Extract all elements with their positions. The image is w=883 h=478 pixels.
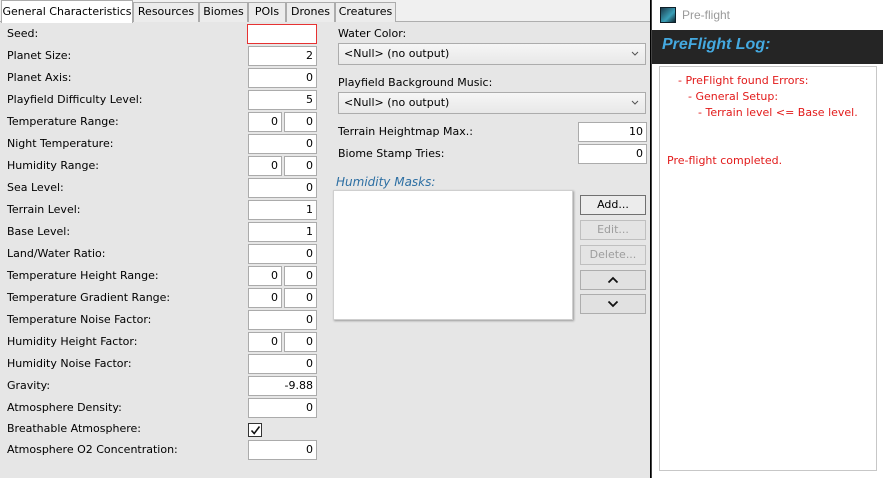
humidity-range-max-input[interactable]: 0: [284, 156, 317, 176]
editor-window: General Characteristics Resources Biomes…: [0, 0, 650, 478]
add-button[interactable]: Add...: [580, 195, 646, 215]
tab-biomes[interactable]: Biomes: [199, 2, 248, 22]
checkmark-icon: [250, 426, 261, 435]
preflight-header: PreFlight Log:: [652, 30, 883, 64]
humidity-range-label: Humidity Range:: [7, 159, 99, 172]
temperature-range-max-input[interactable]: 0: [284, 112, 317, 132]
terrain-heightmap-max-input[interactable]: 10: [578, 122, 647, 142]
move-up-button[interactable]: [580, 270, 646, 290]
log-line: Pre-flight completed.: [667, 154, 783, 167]
temperature-noise-factor-input[interactable]: 0: [248, 310, 317, 330]
tab-pois[interactable]: POIs: [248, 2, 286, 22]
difficulty-label: Playfield Difficulty Level:: [7, 93, 143, 106]
biome-stamp-tries-label: Biome Stamp Tries:: [338, 147, 445, 160]
chevron-down-icon: [607, 300, 619, 308]
gravity-label: Gravity:: [7, 379, 51, 392]
temperature-height-range-max-input[interactable]: 0: [284, 266, 317, 286]
log-line: - General Setup:: [688, 90, 779, 103]
tab-creatures[interactable]: Creatures: [335, 2, 396, 22]
water-color-select[interactable]: <Null> (no output): [338, 43, 646, 65]
atmosphere-density-label: Atmosphere Density:: [7, 401, 122, 414]
preflight-window-title: Pre-flight: [682, 8, 731, 22]
tab-general-characteristics[interactable]: General Characteristics: [1, 0, 133, 23]
planet-axis-label: Planet Axis:: [7, 71, 72, 84]
chevron-down-icon: [631, 51, 639, 56]
atmosphere-density-input[interactable]: 0: [248, 398, 317, 418]
water-color-value: <Null> (no output): [344, 47, 450, 60]
sea-level-input[interactable]: 0: [248, 178, 317, 198]
log-line: - PreFlight found Errors:: [678, 74, 809, 87]
temperature-range-min-input[interactable]: 0: [248, 112, 282, 132]
gravity-input[interactable]: -9.88: [248, 376, 317, 396]
base-level-label: Base Level:: [7, 225, 71, 238]
edit-button[interactable]: Edit...: [580, 220, 646, 240]
land-water-ratio-label: Land/Water Ratio:: [7, 247, 106, 260]
humidity-noise-factor-input[interactable]: 0: [248, 354, 317, 374]
humidity-noise-factor-label: Humidity Noise Factor:: [7, 357, 132, 370]
background-music-select[interactable]: <Null> (no output): [338, 92, 646, 114]
night-temperature-input[interactable]: 0: [248, 134, 317, 154]
humidity-height-factor-max-input[interactable]: 0: [284, 332, 317, 352]
land-water-ratio-input[interactable]: 0: [248, 244, 317, 264]
tab-resources[interactable]: Resources: [133, 2, 199, 22]
tab-drones[interactable]: Drones: [286, 2, 335, 22]
chevron-up-icon: [607, 276, 619, 284]
planet-size-input[interactable]: 2: [248, 46, 317, 66]
seed-input[interactable]: [247, 24, 317, 44]
difficulty-input[interactable]: 5: [248, 90, 317, 110]
water-color-label: Water Color:: [338, 27, 407, 40]
seed-label: Seed:: [7, 27, 39, 40]
background-music-label: Playfield Background Music:: [338, 76, 493, 89]
temperature-range-label: Temperature Range:: [7, 115, 119, 128]
breathable-atmosphere-label: Breathable Atmosphere:: [7, 422, 141, 435]
humidity-range-min-input[interactable]: 0: [248, 156, 282, 176]
temperature-gradient-range-label: Temperature Gradient Range:: [7, 291, 171, 304]
planet-axis-input[interactable]: 0: [248, 68, 317, 88]
preflight-log-panel[interactable]: - PreFlight found Errors: - General Setu…: [659, 66, 877, 471]
move-down-button[interactable]: [580, 294, 646, 314]
base-level-input[interactable]: 1: [248, 222, 317, 242]
biome-stamp-tries-input[interactable]: 0: [578, 144, 647, 164]
terrain-level-label: Terrain Level:: [7, 203, 81, 216]
log-line: - Terrain level <= Base level.: [698, 106, 858, 119]
atmosphere-o2-input[interactable]: 0: [248, 440, 317, 460]
terrain-heightmap-max-label: Terrain Heightmap Max.:: [338, 125, 473, 138]
terrain-level-input[interactable]: 1: [248, 200, 317, 220]
humidity-masks-heading: Humidity Masks:: [336, 175, 436, 189]
sea-level-label: Sea Level:: [7, 181, 64, 194]
chevron-down-icon: [631, 100, 639, 105]
temperature-gradient-range-max-input[interactable]: 0: [284, 288, 317, 308]
temperature-height-range-min-input[interactable]: 0: [248, 266, 282, 286]
tab-bar: General Characteristics Resources Biomes…: [0, 0, 650, 23]
atmosphere-o2-label: Atmosphere O2 Concentration:: [7, 443, 178, 456]
temperature-noise-factor-label: Temperature Noise Factor:: [7, 313, 152, 326]
preflight-window: Pre-flight PreFlight Log: - PreFlight fo…: [651, 0, 883, 478]
humidity-masks-list[interactable]: [333, 190, 573, 320]
temperature-gradient-range-min-input[interactable]: 0: [248, 288, 282, 308]
preflight-header-title: PreFlight Log:: [662, 36, 771, 53]
planet-size-label: Planet Size:: [7, 49, 72, 62]
preflight-titlebar[interactable]: Pre-flight: [652, 0, 883, 30]
temperature-height-range-label: Temperature Height Range:: [7, 269, 159, 282]
app-icon: [660, 7, 676, 23]
humidity-height-factor-min-input[interactable]: 0: [248, 332, 282, 352]
breathable-atmosphere-checkbox[interactable]: [248, 423, 262, 437]
background-music-value: <Null> (no output): [344, 96, 450, 109]
delete-button[interactable]: Delete...: [580, 245, 646, 265]
night-temperature-label: Night Temperature:: [7, 137, 114, 150]
humidity-height-factor-label: Humidity Height Factor:: [7, 335, 138, 348]
